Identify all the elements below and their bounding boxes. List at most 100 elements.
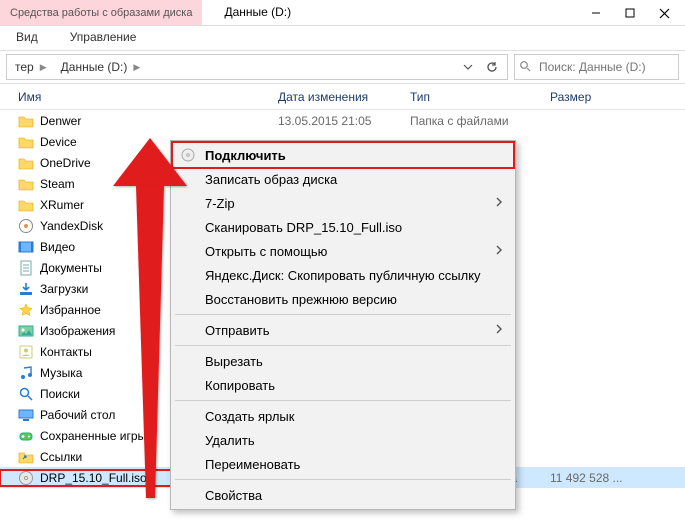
col-date[interactable]: Дата изменения: [270, 90, 402, 104]
search-icon: [519, 60, 531, 75]
close-button[interactable]: [647, 2, 681, 24]
address-dropdown-icon[interactable]: [457, 55, 479, 79]
blank-icon: [179, 218, 197, 236]
saved-games-icon: [18, 428, 34, 444]
context-menu-item[interactable]: Подключить: [173, 143, 513, 167]
context-menu-label: Копировать: [205, 378, 503, 393]
column-headers: Имя Дата изменения Тип Размер: [0, 84, 685, 110]
blank-icon: [179, 321, 197, 339]
col-name[interactable]: Имя: [0, 90, 270, 104]
context-menu-item[interactable]: 7-Zip: [173, 191, 513, 215]
chevron-right-icon: [495, 323, 503, 337]
file-name-label: Изображения: [40, 324, 115, 338]
docs-icon: [18, 260, 34, 276]
file-name-label: DRP_15.10_Full.iso: [40, 471, 147, 485]
context-menu-label: Подключить: [205, 148, 503, 163]
blank-icon: [179, 266, 197, 284]
downloads-icon: [18, 281, 34, 297]
context-menu-separator: [175, 314, 511, 315]
favorites-icon: [18, 302, 34, 318]
context-menu-label: Удалить: [205, 433, 503, 448]
context-menu-item[interactable]: Вырезать: [173, 349, 513, 373]
file-name-label: OneDrive: [40, 156, 91, 170]
file-name-label: Denwer: [40, 114, 81, 128]
refresh-icon[interactable]: [481, 55, 503, 79]
address-bar-row: тер ▶ Данные (D:) ▶: [0, 50, 685, 84]
contacts-icon: [18, 344, 34, 360]
file-name-cell[interactable]: Denwer: [0, 113, 270, 129]
file-date: 13.05.2015 21:05: [270, 114, 402, 128]
file-name-label: XRumer: [40, 198, 84, 212]
folder-icon: [18, 155, 34, 171]
file-name-label: Сохраненные игры: [40, 429, 146, 443]
file-name-label: Device: [40, 135, 77, 149]
context-menu-separator: [175, 479, 511, 480]
context-menu-label: Переименовать: [205, 457, 503, 472]
chevron-right-icon: [495, 196, 503, 210]
folder-icon: [18, 176, 34, 192]
context-menu-separator: [175, 400, 511, 401]
minimize-button[interactable]: [579, 2, 613, 24]
context-menu-item[interactable]: Сканировать DRP_15.10_Full.iso: [173, 215, 513, 239]
blank-icon: [179, 170, 197, 188]
context-menu-item[interactable]: Копировать: [173, 373, 513, 397]
breadcrumb-label: Данные (D:): [61, 60, 128, 74]
file-name-label: Steam: [40, 177, 75, 191]
context-menu-item[interactable]: Переименовать: [173, 452, 513, 476]
file-name-label: Загрузки: [40, 282, 88, 296]
context-menu-item[interactable]: Удалить: [173, 428, 513, 452]
window-title: Данные (D:): [202, 0, 579, 19]
file-name-label: Видео: [40, 240, 75, 254]
context-menu-label: Открыть с помощью: [205, 244, 487, 259]
breadcrumb-label: тер: [15, 60, 34, 74]
menu-manage[interactable]: Управление: [54, 26, 153, 50]
context-menu: Подключить Записать образ диска7-Zip Скани…: [170, 140, 516, 510]
chevron-right-icon: ▶: [38, 62, 49, 73]
search-input[interactable]: [537, 59, 674, 75]
search-icon: [18, 386, 34, 402]
col-size[interactable]: Размер: [542, 90, 632, 104]
file-row[interactable]: Denwer 13.05.2015 21:05Папка с файлами: [0, 110, 685, 131]
col-type[interactable]: Тип: [402, 90, 542, 104]
context-menu-item[interactable]: Восстановить прежнюю версию: [173, 287, 513, 311]
file-name-label: Музыка: [40, 366, 82, 380]
blank-icon: [179, 376, 197, 394]
yadisk-icon: [18, 218, 34, 234]
context-menu-label: Свойства: [205, 488, 503, 503]
context-menu-item[interactable]: Открыть с помощью: [173, 239, 513, 263]
breadcrumb-item[interactable]: тер ▶: [7, 55, 53, 79]
ribbon-contextual-tab[interactable]: Средства работы с образами диска: [0, 0, 202, 25]
folder-icon: [18, 113, 34, 129]
file-name-label: Избранное: [40, 303, 101, 317]
video-icon: [18, 239, 34, 255]
links-icon: [18, 449, 34, 465]
context-menu-label: Сканировать DRP_15.10_Full.iso: [205, 220, 503, 235]
chevron-right-icon: ▶: [131, 62, 142, 73]
breadcrumb[interactable]: тер ▶ Данные (D:) ▶: [6, 54, 508, 80]
context-menu-label: Отправить: [205, 323, 487, 338]
blank-icon: [179, 486, 197, 504]
blank-icon: [179, 352, 197, 370]
folder-icon: [18, 134, 34, 150]
context-menu-item[interactable]: Отправить: [173, 318, 513, 342]
context-menu-item[interactable]: Яндекс.Диск: Скопировать публичную ссылк…: [173, 263, 513, 287]
file-name-label: Поиски: [40, 387, 80, 401]
file-name-label: Контакты: [40, 345, 92, 359]
context-menu-label: Создать ярлык: [205, 409, 503, 424]
menu-view[interactable]: Вид: [0, 26, 54, 50]
search-box[interactable]: [514, 54, 679, 80]
breadcrumb-item[interactable]: Данные (D:) ▶: [53, 55, 147, 79]
menu-bar: Вид Управление: [0, 26, 685, 50]
title-bar: Средства работы с образами диска Данные …: [0, 0, 685, 26]
blank-icon: [179, 194, 197, 212]
pictures-icon: [18, 323, 34, 339]
context-menu-item[interactable]: Записать образ диска: [173, 167, 513, 191]
file-name-label: Документы: [40, 261, 102, 275]
blank-icon: [179, 455, 197, 473]
music-icon: [18, 365, 34, 381]
file-type: Папка с файлами: [402, 114, 542, 128]
context-menu-item[interactable]: Свойства: [173, 483, 513, 507]
maximize-button[interactable]: [613, 2, 647, 24]
context-menu-item[interactable]: Создать ярлык: [173, 404, 513, 428]
file-name-label: Ссылки: [40, 450, 82, 464]
